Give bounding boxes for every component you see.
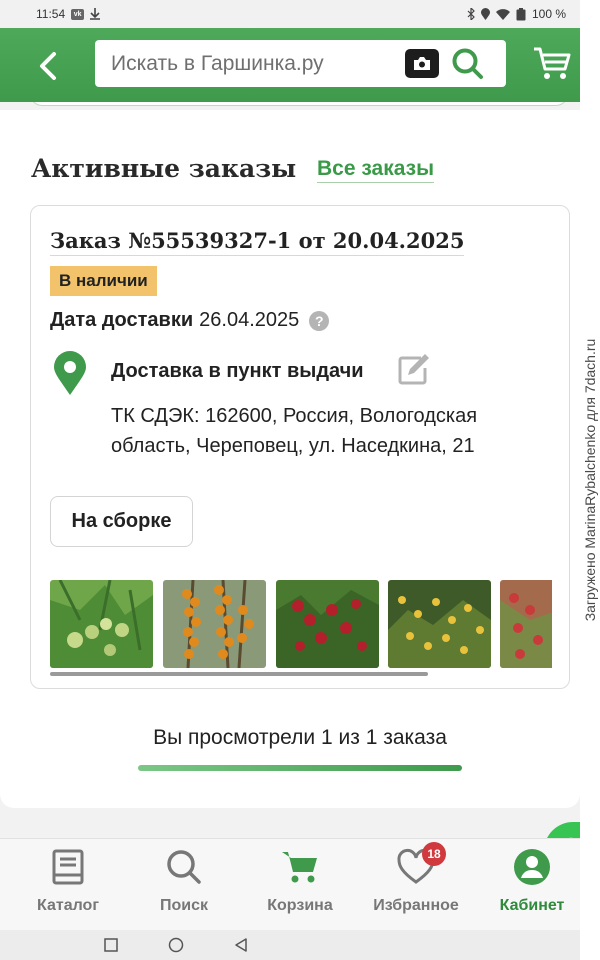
location-pin-icon [54,351,86,395]
thumbnails-scrollbar[interactable] [50,672,428,676]
nav-favorites[interactable]: Избранное [358,839,474,931]
previous-card-edge [30,102,568,106]
catalog-book-icon [52,849,84,885]
delivery-date-row: Дата доставки 26.04.2025 ? [50,309,330,332]
nav-cart-label: Корзина [267,897,333,914]
nav-search[interactable]: Поиск [126,839,242,931]
watermark-strip: Загружено MarinaRybalchenko для 7dach.ru [580,0,600,960]
battery-level: 100 % [531,7,566,21]
product-thumb-red-fruit-tree[interactable] [500,580,552,668]
back-arrow-icon [40,52,56,80]
nav-catalog-label: Каталог [37,897,99,914]
product-thumb-red-berries[interactable] [276,580,379,668]
nav-cart[interactable]: Корзина [242,839,358,931]
bottom-nav: Каталог Поиск Корзина Избранное Кабинет [0,838,580,930]
home-icon[interactable] [168,937,184,953]
cart-icon [282,852,317,883]
vk-icon: vk [71,8,85,20]
system-nav-bar [0,930,580,960]
orders-viewed-progress-fill [138,765,462,771]
search-button[interactable] [451,47,485,81]
clock: 11:54 [36,7,66,21]
search-icon [167,850,201,884]
search-bar [95,40,506,87]
nav-account-label: Кабинет [499,897,565,914]
status-bar: 11:54 vk 100 % [0,0,580,28]
all-orders-link[interactable]: Все заказы [317,157,435,183]
product-thumbnails[interactable] [50,580,552,672]
watermark-text: Загружено MarinaRybalchenko для 7dach.ru [582,338,598,622]
app-header [0,28,580,102]
product-thumb-sea-buckthorn[interactable] [163,580,266,668]
camera-icon [414,57,430,70]
main-content: Активные заказы Все заказы Заказ №555393… [0,102,580,838]
search-icon [452,48,483,79]
wifi-icon [495,8,510,20]
header-cart-button[interactable] [532,44,572,84]
delivery-date-label: Дата доставки [50,309,194,331]
edit-icon [398,354,429,385]
battery-icon [516,7,526,20]
user-icon [514,849,550,885]
recent-apps-icon[interactable] [103,937,119,953]
camera-search-button[interactable] [405,49,439,78]
edit-address-button[interactable] [397,352,431,386]
nav-catalog[interactable]: Каталог [10,839,126,931]
delivery-date-value: 26.04.2025 [199,309,300,331]
order-status-button[interactable]: На сборке [50,496,193,547]
nav-account[interactable]: Кабинет [474,839,590,931]
orders-viewed-progress [138,765,462,771]
bluetooth-icon [467,8,475,20]
section-title: Активные заказы [31,154,297,183]
product-thumb-yellow-fruit-tree[interactable] [388,580,491,668]
order-card[interactable]: Заказ №55539327-1 от 20.04.2025 В наличи… [30,205,570,689]
back-button[interactable] [30,48,66,84]
back-icon[interactable] [233,937,249,953]
nav-search-label: Поиск [159,897,208,914]
favorites-count-badge: 18 [422,842,446,866]
delivery-method: Доставка в пункт выдачи [111,360,364,382]
availability-badge: В наличии [50,266,157,296]
order-title[interactable]: Заказ №55539327-1 от 20.04.2025 [50,228,465,256]
orders-viewed-text: Вы просмотрели 1 из 1 заказа [153,726,447,749]
search-input[interactable] [111,51,401,76]
help-icon[interactable]: ? [309,310,330,331]
download-icon [90,8,101,20]
location-icon [480,8,490,20]
cart-icon [534,47,571,79]
delivery-address: ТК СДЭК: 162600, Россия, Вологодская обл… [111,405,478,457]
nav-favorites-label: Избранное [373,897,459,914]
product-thumb-gooseberry[interactable] [50,580,153,668]
